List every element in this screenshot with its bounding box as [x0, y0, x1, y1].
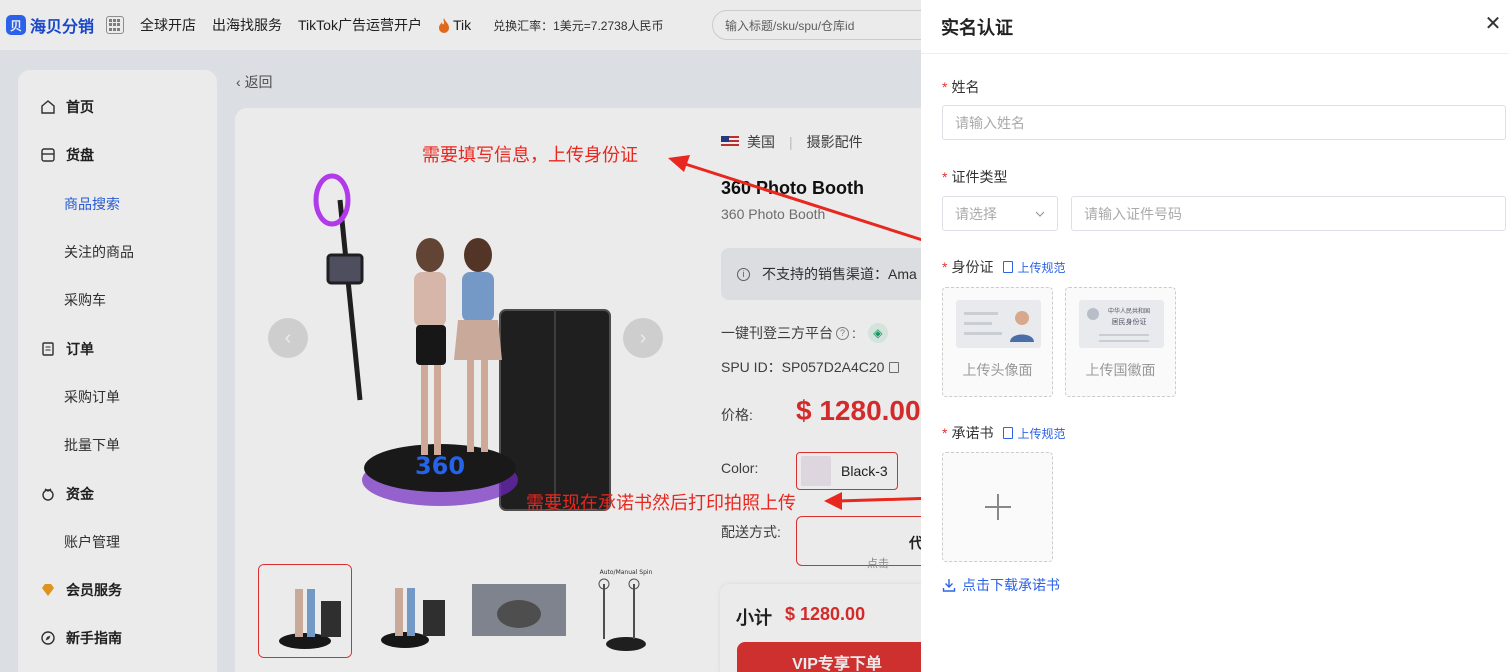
plus-icon — [985, 494, 1011, 520]
modal-mask[interactable] — [0, 0, 921, 672]
document-icon — [1003, 261, 1014, 273]
id-front-upload[interactable]: 上传头像面 — [942, 287, 1053, 397]
id-back-upload[interactable]: 中华人民共和国 居民身份证 上传国徽面 — [1065, 287, 1176, 397]
chevron-down-icon — [1035, 211, 1045, 217]
id-card-label: * 身份证 上传规范 — [942, 257, 1065, 277]
id-card-label-text: 身份证 — [951, 259, 994, 275]
pledge-label-text: 承诺书 — [951, 425, 994, 441]
download-icon — [942, 579, 956, 592]
required-mark: * — [942, 259, 948, 275]
download-pledge-link[interactable]: 点击下载承诺书 — [942, 575, 1060, 595]
drawer-title: 实名认证 — [921, 0, 1509, 54]
pledge-label: * 承诺书 上传规范 — [942, 423, 1065, 443]
id-front-illustration — [956, 300, 1041, 348]
id-back-title-2: 居民身份证 — [1112, 317, 1147, 326]
pledge-upload[interactable] — [942, 452, 1053, 562]
id-number-placeholder: 请输入证件号码 — [1084, 205, 1182, 222]
id-type-placeholder: 请选择 — [955, 205, 997, 222]
document-icon — [1003, 427, 1014, 439]
required-mark: * — [942, 79, 948, 95]
name-label-text: 姓名 — [951, 79, 980, 95]
id-front-caption: 上传头像面 — [962, 362, 1033, 378]
id-type-label: * 证件类型 — [942, 167, 1007, 187]
id-back-title-1: 中华人民共和国 — [1108, 307, 1150, 315]
annotation-note-fill-info: 需要填写信息，上传身份证 — [422, 145, 638, 165]
name-label: * 姓名 — [942, 77, 979, 97]
name-input[interactable]: 请输入姓名 — [942, 105, 1506, 140]
id-upload-guide-link[interactable]: 上传规范 — [1003, 259, 1065, 276]
id-type-select[interactable]: 请选择 — [942, 196, 1058, 231]
close-icon[interactable]: ✕ — [1483, 14, 1503, 34]
required-mark: * — [942, 425, 948, 441]
required-mark: * — [942, 169, 948, 185]
upload-guide-text: 上传规范 — [1017, 426, 1066, 441]
id-back-caption: 上传国徽面 — [1085, 362, 1156, 378]
download-pledge-text: 点击下载承诺书 — [962, 577, 1060, 593]
annotation-note-pledge: 需要现在承诺书然后打印拍照上传 — [526, 493, 796, 513]
name-placeholder: 请输入姓名 — [955, 114, 1025, 131]
id-type-label-text: 证件类型 — [951, 169, 1008, 185]
upload-guide-text: 上传规范 — [1017, 260, 1066, 275]
pledge-upload-guide-link[interactable]: 上传规范 — [1003, 425, 1065, 442]
id-number-input[interactable]: 请输入证件号码 — [1071, 196, 1506, 231]
id-back-illustration: 中华人民共和国 居民身份证 — [1079, 300, 1164, 348]
verification-drawer: 实名认证 ✕ * 姓名 请输入姓名 * 证件类型 请选择 请输入证件号码 * 身… — [921, 0, 1509, 672]
